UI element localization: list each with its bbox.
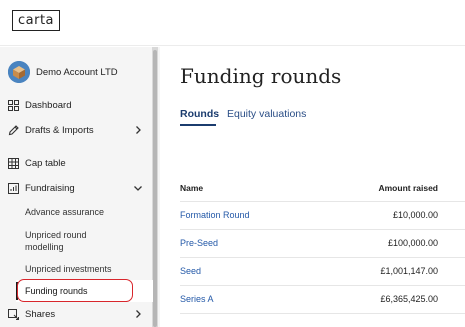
sidebar-item-shares[interactable]: Shares — [8, 306, 143, 322]
sidebar-item-label: Fundraising — [25, 182, 75, 194]
table-divider — [180, 257, 465, 258]
tab-active-underline — [180, 124, 216, 126]
sidebar-item-label: Shares — [25, 308, 56, 320]
sidebar-subitem-advance-assurance[interactable]: Advance assurance — [25, 206, 104, 218]
table-row-amount: £1,001,147.00 — [380, 266, 438, 276]
table-row-amount: £10,000.00 — [392, 210, 438, 220]
table-divider — [180, 285, 465, 286]
chart-icon — [8, 182, 19, 194]
table-row-amount: £6,365,425.00 — [380, 294, 438, 304]
sidebar-subitem-unpriced-round-modelling[interactable]: Unpriced round modelling — [25, 229, 135, 253]
sidebar-item-cap-table[interactable]: Cap table — [8, 155, 148, 171]
pen-icon — [8, 124, 19, 136]
table-row-name-link[interactable]: Pre-Seed — [180, 238, 218, 248]
shares-icon — [8, 308, 19, 320]
tab-equity-valuations[interactable]: Equity valuations — [227, 108, 306, 120]
table-divider — [180, 229, 465, 230]
account-switcher[interactable]: Demo Account LTD — [8, 61, 118, 83]
page-title: Funding rounds — [180, 64, 342, 88]
table-divider — [180, 201, 465, 202]
sidebar-item-dashboard[interactable]: Dashboard — [8, 97, 148, 113]
chevron-down-icon — [133, 182, 143, 194]
account-name: Demo Account LTD — [36, 66, 118, 78]
table-divider — [180, 313, 465, 314]
sidebar-subitem-unpriced-investments[interactable]: Unpriced investments — [25, 263, 112, 275]
sidebar-scrollbar-thumb[interactable] — [153, 50, 157, 327]
column-header-name[interactable]: Name — [180, 183, 203, 193]
sidebar-item-fundraising[interactable]: Fundraising — [8, 180, 143, 196]
sidebar-item-label: Drafts & Imports — [25, 124, 94, 136]
carta-logo[interactable]: carta — [12, 10, 61, 31]
chevron-right-icon — [133, 124, 143, 136]
table-icon — [8, 157, 19, 169]
sidebar-item-label: Cap table — [25, 157, 66, 169]
column-header-amount-raised[interactable]: Amount raised — [378, 183, 438, 193]
sidebar-item-label: Dashboard — [25, 99, 72, 111]
tab-rounds[interactable]: Rounds — [180, 108, 219, 120]
chevron-right-icon — [133, 308, 143, 320]
table-row-name-link[interactable]: Seed — [180, 266, 201, 276]
dashboard-grid-icon — [8, 99, 19, 111]
table-row-name-link[interactable]: Formation Round — [180, 210, 250, 220]
account-avatar-icon — [8, 61, 30, 83]
sidebar-item-drafts-imports[interactable]: Drafts & Imports — [8, 122, 143, 138]
top-bar: carta — [0, 0, 465, 46]
table-row-amount: £100,000.00 — [387, 238, 438, 248]
table-row-name-link[interactable]: Series A — [180, 294, 214, 304]
highlight-annotation-ring — [17, 279, 133, 302]
